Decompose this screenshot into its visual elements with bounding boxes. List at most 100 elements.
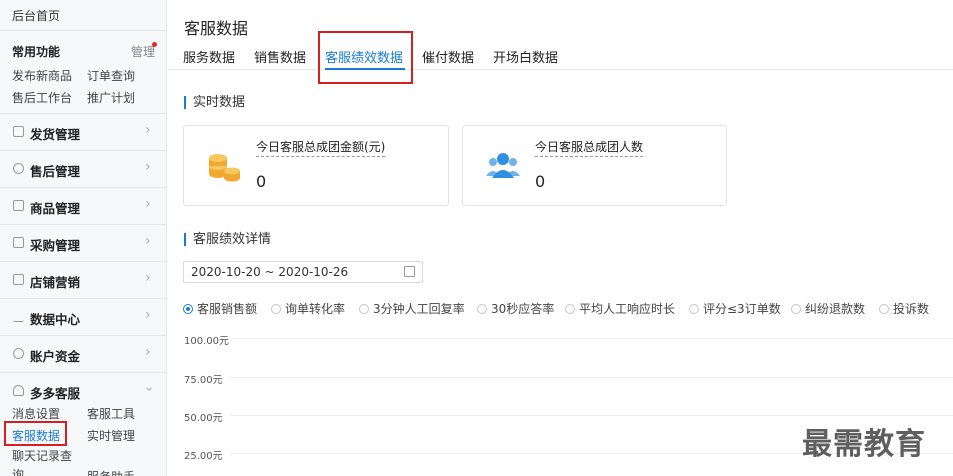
radio-icon: [183, 304, 193, 314]
radio-cs-sales[interactable]: 客服销售额: [183, 300, 257, 317]
quick-link-aftersale[interactable]: 售后工作台: [12, 89, 72, 106]
sidebar-item-aftersale[interactable]: 售后管理 ›: [0, 150, 166, 187]
card-total-amount: 今日客服总成团金额(元) 0: [183, 125, 449, 206]
sidebar-item-account[interactable]: 账户资金 ›: [0, 335, 166, 372]
sidebar-item-label: 店铺营销: [30, 275, 81, 290]
product-icon: [13, 200, 24, 211]
radio-label: 客服销售额: [197, 302, 258, 316]
highlight-box: [318, 31, 413, 84]
wallet-icon: [13, 348, 24, 359]
radio-label: 询单转化率: [285, 302, 346, 316]
radio-icon: [271, 304, 281, 314]
grid-line: [230, 377, 953, 378]
chevron-right-icon: ›: [145, 270, 151, 286]
quick-link-publish[interactable]: 发布新商品: [12, 67, 72, 84]
radio-icon: [477, 304, 487, 314]
chevron-down-icon: ›: [140, 386, 157, 392]
sidebar-item-shipping[interactable]: 发货管理 ›: [0, 113, 166, 150]
card-label: 今日客服总成团人数: [535, 138, 644, 157]
tab-opening-data[interactable]: 开场白数据: [493, 47, 558, 66]
radio-label: 纠纷退款数: [805, 302, 866, 316]
store-icon: [13, 274, 24, 285]
coins-icon: [209, 154, 240, 182]
radio-3min-reply[interactable]: 3分钟人工回复率: [359, 300, 465, 317]
sidebar-item-products[interactable]: 商品管理 ›: [0, 187, 166, 224]
sub-link-cs-tools[interactable]: 客服工具: [87, 405, 135, 422]
sidebar-item-label: 采购管理: [30, 238, 81, 253]
chevron-right-icon: ›: [145, 233, 151, 249]
chevron-right-icon: ›: [145, 344, 151, 360]
detail-section-title: 客服绩效详情: [184, 233, 271, 246]
tab-service-data[interactable]: 服务数据: [183, 47, 235, 66]
radio-label: 30秒应答率: [491, 302, 555, 316]
card-value: 0: [535, 172, 546, 191]
notification-dot: [152, 42, 157, 47]
radio-label: 评分≤3订单数: [703, 302, 781, 316]
radio-dispute-refund[interactable]: 纠纷退款数: [791, 300, 865, 317]
sidebar-item-label: 账户资金: [30, 349, 81, 364]
radio-avg-response[interactable]: 平均人工响应时长: [565, 300, 675, 317]
grid-line: [230, 338, 953, 339]
chevron-right-icon: ›: [145, 196, 151, 212]
sub-link-service-assistant[interactable]: 服务助手: [87, 468, 135, 476]
sub-link-realtime[interactable]: 实时管理: [87, 427, 135, 444]
radio-icon: [565, 304, 575, 314]
radio-conversion[interactable]: 询单转化率: [271, 300, 345, 317]
card-label: 今日客服总成团金额(元): [256, 138, 386, 157]
y-tick-label: 50.00元: [184, 413, 223, 424]
sidebar-item-label: 商品管理: [30, 201, 81, 216]
tab-bar: 服务数据 销售数据 客服绩效数据 催付数据 开场白数据: [168, 44, 953, 70]
radio-icon: [879, 304, 889, 314]
grid-line: [230, 415, 953, 416]
radio-complaints[interactable]: 投诉数: [879, 300, 929, 317]
headset-icon: [13, 385, 24, 396]
date-range-picker[interactable]: 2020-10-20 ~ 2020-10-26: [183, 261, 423, 283]
chevron-right-icon: ›: [145, 307, 151, 323]
sidebar-item-data-center[interactable]: 数据中心 ›: [0, 298, 166, 335]
app-root: 后台首页 常用功能 管理 发布新商品 订单查询 售后工作台 推广计划 发货管理 …: [0, 0, 953, 476]
sidebar-item-label: 多多客服: [30, 386, 81, 401]
radio-30s-response[interactable]: 30秒应答率: [477, 300, 554, 317]
date-range-value: 2020-10-20 ~ 2020-10-26: [191, 265, 349, 279]
bar-chart-icon: [13, 311, 24, 322]
highlight-box: [4, 421, 67, 446]
shipping-icon: [13, 126, 24, 137]
card-value: 0: [256, 172, 267, 191]
tab-sales-data[interactable]: 销售数据: [254, 47, 306, 66]
radio-low-rating[interactable]: 评分≤3订单数: [689, 300, 781, 317]
watermark: 最需教育: [802, 427, 926, 462]
calendar-icon: [404, 266, 415, 277]
quick-link-order-query[interactable]: 订单查询: [87, 67, 135, 84]
y-tick-label: 100.00元: [184, 336, 229, 347]
y-tick-label: 25.00元: [184, 451, 223, 462]
chevron-right-icon: ›: [145, 159, 151, 175]
y-tick-label: 75.00元: [184, 375, 223, 386]
divider: [0, 30, 166, 31]
purchase-icon: [13, 237, 24, 248]
realtime-section-title: 实时数据: [184, 96, 245, 109]
shield-icon: [13, 163, 24, 174]
sidebar-item-label: 数据中心: [30, 312, 81, 327]
radio-label: 投诉数: [893, 302, 930, 316]
radio-icon: [689, 304, 699, 314]
chevron-right-icon: ›: [145, 122, 151, 138]
tab-reminder-data[interactable]: 催付数据: [422, 47, 474, 66]
card-total-people: 今日客服总成团人数 0: [462, 125, 727, 206]
sidebar-home-link[interactable]: 后台首页: [12, 7, 60, 24]
common-functions-title: 常用功能: [12, 45, 61, 59]
sidebar-item-label: 售后管理: [30, 164, 81, 179]
sidebar-item-label: 发货管理: [30, 127, 81, 142]
main-panel: 客服数据 服务数据 销售数据 客服绩效数据 催付数据 开场白数据 实时数据 今日…: [168, 0, 953, 476]
page-title: 客服数据: [184, 19, 249, 38]
sub-link-message-settings[interactable]: 消息设置: [12, 405, 60, 422]
sub-link-chat-records[interactable]: 聊天记录查询: [12, 447, 76, 476]
radio-label: 3分钟人工回复率: [373, 302, 465, 316]
sidebar: 后台首页 常用功能 管理 发布新商品 订单查询 售后工作台 推广计划 发货管理 …: [0, 0, 167, 476]
users-icon: [486, 153, 520, 178]
radio-icon: [791, 304, 801, 314]
radio-label: 平均人工响应时长: [579, 302, 676, 316]
quick-link-promotion[interactable]: 推广计划: [87, 89, 135, 106]
sidebar-item-marketing[interactable]: 店铺营销 ›: [0, 261, 166, 298]
radio-icon: [359, 304, 369, 314]
sidebar-item-purchase[interactable]: 采购管理 ›: [0, 224, 166, 261]
